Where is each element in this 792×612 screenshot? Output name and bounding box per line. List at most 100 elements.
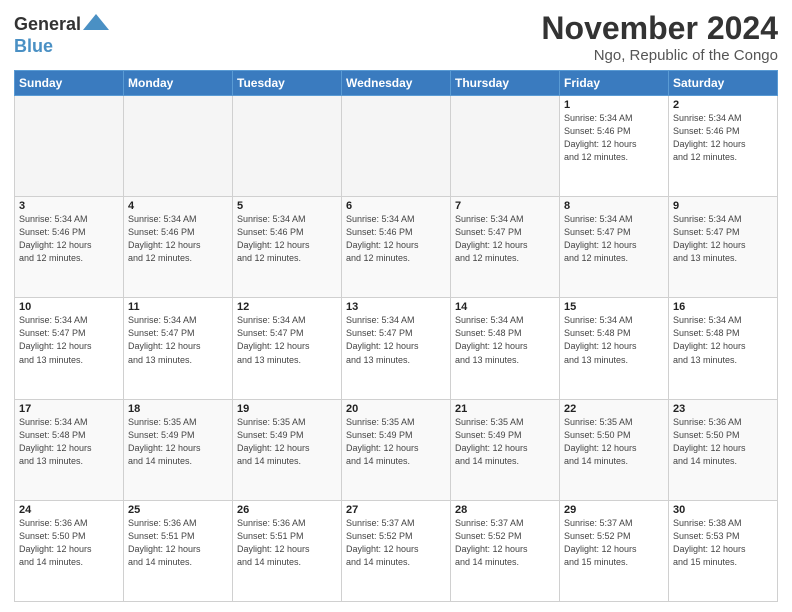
day-number: 17 — [19, 403, 119, 415]
calendar-day-cell: 14Sunrise: 5:34 AM Sunset: 5:48 PM Dayli… — [451, 298, 560, 399]
calendar-day-cell: 12Sunrise: 5:34 AM Sunset: 5:47 PM Dayli… — [233, 298, 342, 399]
day-number: 2 — [673, 99, 773, 111]
calendar-day-cell — [451, 96, 560, 197]
day-number: 22 — [564, 403, 664, 415]
day-detail: Sunrise: 5:34 AM Sunset: 5:47 PM Dayligh… — [237, 314, 337, 366]
calendar-day-cell: 28Sunrise: 5:37 AM Sunset: 5:52 PM Dayli… — [451, 500, 560, 601]
calendar-day-cell: 9Sunrise: 5:34 AM Sunset: 5:47 PM Daylig… — [669, 197, 778, 298]
day-number: 6 — [346, 200, 446, 212]
day-detail: Sunrise: 5:35 AM Sunset: 5:49 PM Dayligh… — [455, 416, 555, 468]
calendar-week-row: 1Sunrise: 5:34 AM Sunset: 5:46 PM Daylig… — [15, 96, 778, 197]
day-number: 15 — [564, 301, 664, 313]
title-block: November 2024 Ngo, Republic of the Congo — [541, 10, 778, 64]
page: General Blue November 2024 Ngo, Republic… — [0, 0, 792, 612]
day-detail: Sunrise: 5:34 AM Sunset: 5:46 PM Dayligh… — [564, 112, 664, 164]
day-number: 8 — [564, 200, 664, 212]
calendar-day-cell: 17Sunrise: 5:34 AM Sunset: 5:48 PM Dayli… — [15, 399, 124, 500]
day-detail: Sunrise: 5:34 AM Sunset: 5:47 PM Dayligh… — [455, 213, 555, 265]
day-number: 12 — [237, 301, 337, 313]
day-detail: Sunrise: 5:36 AM Sunset: 5:51 PM Dayligh… — [128, 517, 228, 569]
day-detail: Sunrise: 5:37 AM Sunset: 5:52 PM Dayligh… — [346, 517, 446, 569]
day-detail: Sunrise: 5:34 AM Sunset: 5:48 PM Dayligh… — [455, 314, 555, 366]
calendar-week-row: 10Sunrise: 5:34 AM Sunset: 5:47 PM Dayli… — [15, 298, 778, 399]
day-detail: Sunrise: 5:34 AM Sunset: 5:46 PM Dayligh… — [19, 213, 119, 265]
day-number: 29 — [564, 504, 664, 516]
day-number: 7 — [455, 200, 555, 212]
day-number: 3 — [19, 200, 119, 212]
day-number: 1 — [564, 99, 664, 111]
location: Ngo, Republic of the Congo — [541, 47, 778, 64]
calendar-day-cell: 2Sunrise: 5:34 AM Sunset: 5:46 PM Daylig… — [669, 96, 778, 197]
day-number: 13 — [346, 301, 446, 313]
day-detail: Sunrise: 5:36 AM Sunset: 5:50 PM Dayligh… — [19, 517, 119, 569]
day-number: 16 — [673, 301, 773, 313]
day-number: 14 — [455, 301, 555, 313]
calendar-day-cell — [15, 96, 124, 197]
calendar-day-cell: 6Sunrise: 5:34 AM Sunset: 5:46 PM Daylig… — [342, 197, 451, 298]
weekday-header: Friday — [560, 71, 669, 96]
day-detail: Sunrise: 5:34 AM Sunset: 5:47 PM Dayligh… — [564, 213, 664, 265]
calendar-day-cell — [342, 96, 451, 197]
day-number: 11 — [128, 301, 228, 313]
calendar-day-cell: 5Sunrise: 5:34 AM Sunset: 5:46 PM Daylig… — [233, 197, 342, 298]
calendar-table: SundayMondayTuesdayWednesdayThursdayFrid… — [14, 70, 778, 602]
calendar-day-cell: 23Sunrise: 5:36 AM Sunset: 5:50 PM Dayli… — [669, 399, 778, 500]
calendar-header: SundayMondayTuesdayWednesdayThursdayFrid… — [15, 71, 778, 96]
calendar-day-cell — [124, 96, 233, 197]
day-detail: Sunrise: 5:35 AM Sunset: 5:49 PM Dayligh… — [346, 416, 446, 468]
calendar-day-cell: 29Sunrise: 5:37 AM Sunset: 5:52 PM Dayli… — [560, 500, 669, 601]
calendar-day-cell — [233, 96, 342, 197]
day-detail: Sunrise: 5:38 AM Sunset: 5:53 PM Dayligh… — [673, 517, 773, 569]
day-number: 23 — [673, 403, 773, 415]
calendar-day-cell: 10Sunrise: 5:34 AM Sunset: 5:47 PM Dayli… — [15, 298, 124, 399]
day-detail: Sunrise: 5:37 AM Sunset: 5:52 PM Dayligh… — [455, 517, 555, 569]
calendar-day-cell: 8Sunrise: 5:34 AM Sunset: 5:47 PM Daylig… — [560, 197, 669, 298]
calendar-day-cell: 4Sunrise: 5:34 AM Sunset: 5:46 PM Daylig… — [124, 197, 233, 298]
calendar-day-cell: 25Sunrise: 5:36 AM Sunset: 5:51 PM Dayli… — [124, 500, 233, 601]
day-number: 4 — [128, 200, 228, 212]
header: General Blue November 2024 Ngo, Republic… — [14, 10, 778, 64]
logo-icon — [83, 14, 109, 30]
calendar-day-cell: 1Sunrise: 5:34 AM Sunset: 5:46 PM Daylig… — [560, 96, 669, 197]
day-detail: Sunrise: 5:34 AM Sunset: 5:47 PM Dayligh… — [128, 314, 228, 366]
calendar-day-cell: 11Sunrise: 5:34 AM Sunset: 5:47 PM Dayli… — [124, 298, 233, 399]
day-detail: Sunrise: 5:34 AM Sunset: 5:46 PM Dayligh… — [673, 112, 773, 164]
calendar-day-cell: 26Sunrise: 5:36 AM Sunset: 5:51 PM Dayli… — [233, 500, 342, 601]
day-detail: Sunrise: 5:37 AM Sunset: 5:52 PM Dayligh… — [564, 517, 664, 569]
day-number: 18 — [128, 403, 228, 415]
weekday-header: Monday — [124, 71, 233, 96]
day-detail: Sunrise: 5:36 AM Sunset: 5:50 PM Dayligh… — [673, 416, 773, 468]
day-detail: Sunrise: 5:35 AM Sunset: 5:49 PM Dayligh… — [237, 416, 337, 468]
day-detail: Sunrise: 5:34 AM Sunset: 5:46 PM Dayligh… — [346, 213, 446, 265]
day-number: 20 — [346, 403, 446, 415]
calendar-day-cell: 30Sunrise: 5:38 AM Sunset: 5:53 PM Dayli… — [669, 500, 778, 601]
day-number: 9 — [673, 200, 773, 212]
weekday-header: Saturday — [669, 71, 778, 96]
day-detail: Sunrise: 5:36 AM Sunset: 5:51 PM Dayligh… — [237, 517, 337, 569]
day-number: 30 — [673, 504, 773, 516]
calendar-day-cell: 13Sunrise: 5:34 AM Sunset: 5:47 PM Dayli… — [342, 298, 451, 399]
day-detail: Sunrise: 5:35 AM Sunset: 5:50 PM Dayligh… — [564, 416, 664, 468]
calendar-day-cell: 15Sunrise: 5:34 AM Sunset: 5:48 PM Dayli… — [560, 298, 669, 399]
day-detail: Sunrise: 5:34 AM Sunset: 5:47 PM Dayligh… — [673, 213, 773, 265]
calendar-week-row: 3Sunrise: 5:34 AM Sunset: 5:46 PM Daylig… — [15, 197, 778, 298]
day-number: 21 — [455, 403, 555, 415]
day-number: 5 — [237, 200, 337, 212]
calendar-body: 1Sunrise: 5:34 AM Sunset: 5:46 PM Daylig… — [15, 96, 778, 602]
calendar-day-cell: 22Sunrise: 5:35 AM Sunset: 5:50 PM Dayli… — [560, 399, 669, 500]
calendar-day-cell: 24Sunrise: 5:36 AM Sunset: 5:50 PM Dayli… — [15, 500, 124, 601]
month-title: November 2024 — [541, 10, 778, 47]
day-detail: Sunrise: 5:34 AM Sunset: 5:48 PM Dayligh… — [19, 416, 119, 468]
day-detail: Sunrise: 5:34 AM Sunset: 5:47 PM Dayligh… — [19, 314, 119, 366]
day-number: 28 — [455, 504, 555, 516]
day-detail: Sunrise: 5:34 AM Sunset: 5:47 PM Dayligh… — [346, 314, 446, 366]
day-detail: Sunrise: 5:34 AM Sunset: 5:46 PM Dayligh… — [237, 213, 337, 265]
calendar-day-cell: 20Sunrise: 5:35 AM Sunset: 5:49 PM Dayli… — [342, 399, 451, 500]
day-number: 25 — [128, 504, 228, 516]
weekday-header: Sunday — [15, 71, 124, 96]
calendar-day-cell: 27Sunrise: 5:37 AM Sunset: 5:52 PM Dayli… — [342, 500, 451, 601]
calendar-day-cell: 16Sunrise: 5:34 AM Sunset: 5:48 PM Dayli… — [669, 298, 778, 399]
day-number: 24 — [19, 504, 119, 516]
calendar-day-cell: 3Sunrise: 5:34 AM Sunset: 5:46 PM Daylig… — [15, 197, 124, 298]
header-row: SundayMondayTuesdayWednesdayThursdayFrid… — [15, 71, 778, 96]
